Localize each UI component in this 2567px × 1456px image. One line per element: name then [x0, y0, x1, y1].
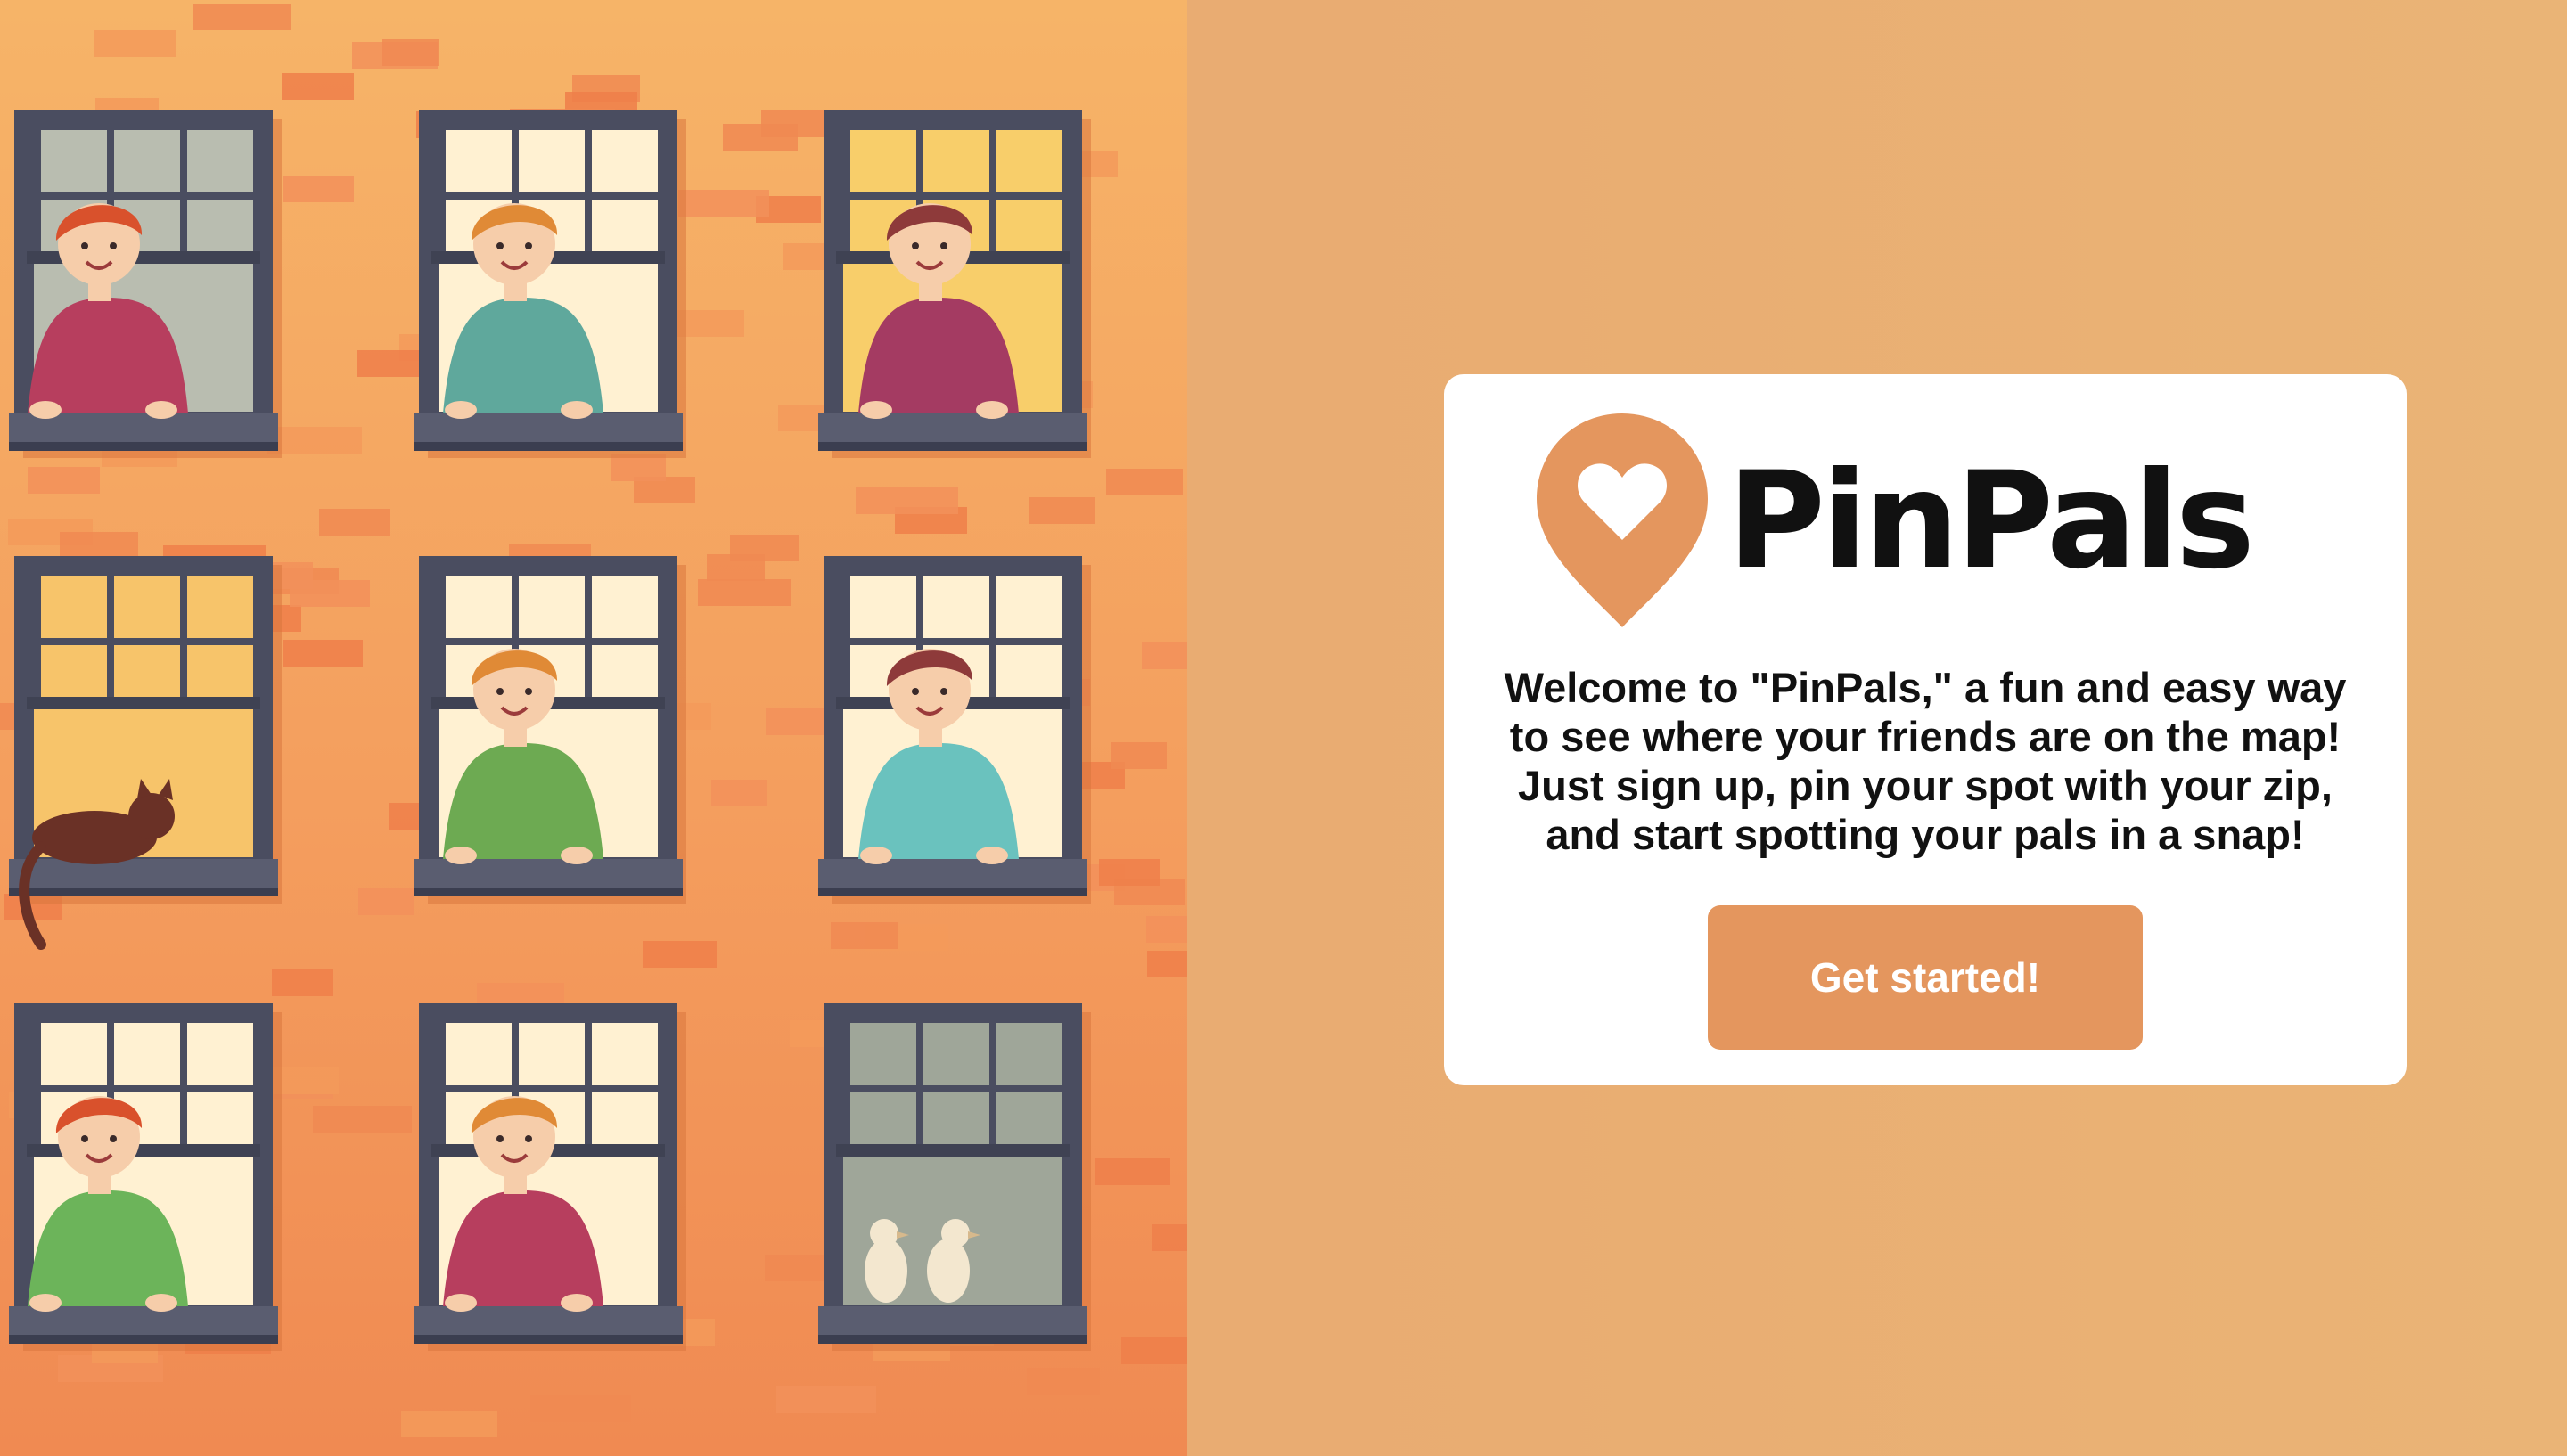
- window-neighbor-with-plant: [9, 1003, 282, 1351]
- welcome-card: PinPals Welcome to "PinPals," a fun and …: [1444, 374, 2407, 1085]
- brand-name: PinPals: [1727, 444, 2255, 599]
- window-neighbor-with-tea: [818, 110, 1091, 458]
- window-neighbor-watering-plant: [9, 110, 282, 458]
- landing-page: PinPals Welcome to "PinPals," a fun and …: [0, 0, 2567, 1456]
- window-neighbor-leaning: [414, 110, 686, 458]
- welcome-message: Welcome to "PinPals," a fun and easy way…: [1504, 664, 2347, 858]
- get-started-button[interactable]: Get started!: [1708, 905, 2143, 1050]
- window-neighbor-waving-woman: [414, 1003, 686, 1351]
- brand-logo: PinPals: [1533, 408, 2317, 631]
- window-birds-on-sill: [818, 1003, 1091, 1351]
- heart-pin-icon: [1537, 413, 1708, 627]
- window-neighbor-waving: [818, 556, 1091, 904]
- window-cat-on-sill: [9, 556, 282, 950]
- apartment-windows-illustration: [0, 0, 1187, 1456]
- window-neighbor-with-mug: [414, 556, 686, 904]
